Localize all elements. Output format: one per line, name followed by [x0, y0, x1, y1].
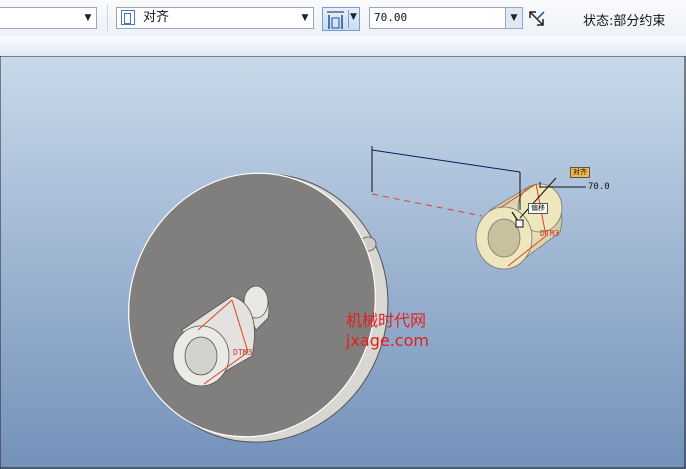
flip-direction-icon[interactable] [528, 10, 546, 28]
model-viewport[interactable] [0, 56, 686, 469]
datum-label-flange: DTM3 [233, 348, 253, 357]
align-constraint-icon [121, 10, 135, 25]
button-split [348, 10, 349, 28]
watermark-text: 机械时代网 jxage.com [346, 311, 429, 351]
constraint-type-value: 对齐 [143, 10, 170, 25]
chevron-down-icon[interactable]: ▼ [297, 8, 313, 28]
chevron-down-icon[interactable]: ▼ [80, 8, 96, 28]
offset-value-input[interactable]: 70.00 ▼ [369, 7, 523, 29]
chevron-down-icon[interactable]: ▼ [350, 12, 357, 22]
constraint-type-dropdown[interactable]: 对齐 ▼ [116, 7, 314, 29]
reference-combo[interactable]: ▼ [0, 7, 97, 29]
offset-type-button[interactable]: ▼ [322, 7, 360, 31]
watermark-line-1: 机械时代网 [346, 311, 427, 330]
offset-flip-icon [327, 11, 344, 29]
datum-label-bushing: DTM3 [540, 229, 560, 238]
viewport-header-strip [0, 36, 686, 56]
offset-constraint-tag[interactable]: 偏移 [528, 203, 548, 214]
chevron-down-icon[interactable]: ▼ [505, 8, 522, 28]
constraint-status-label: 状态:部分约束 [583, 14, 666, 29]
dashboard-toolbar: ▼ 对齐 ▼ ▼ 70.00 ▼ 状态:部分约束 [0, 0, 686, 37]
offset-value-text: 70.00 [374, 11, 408, 24]
dimension-value-label[interactable]: 70.0 [588, 182, 610, 192]
align-constraint-tag[interactable]: 对齐 [570, 167, 590, 178]
watermark-line-2: jxage.com [346, 331, 429, 350]
toolbar-separator [107, 4, 108, 32]
